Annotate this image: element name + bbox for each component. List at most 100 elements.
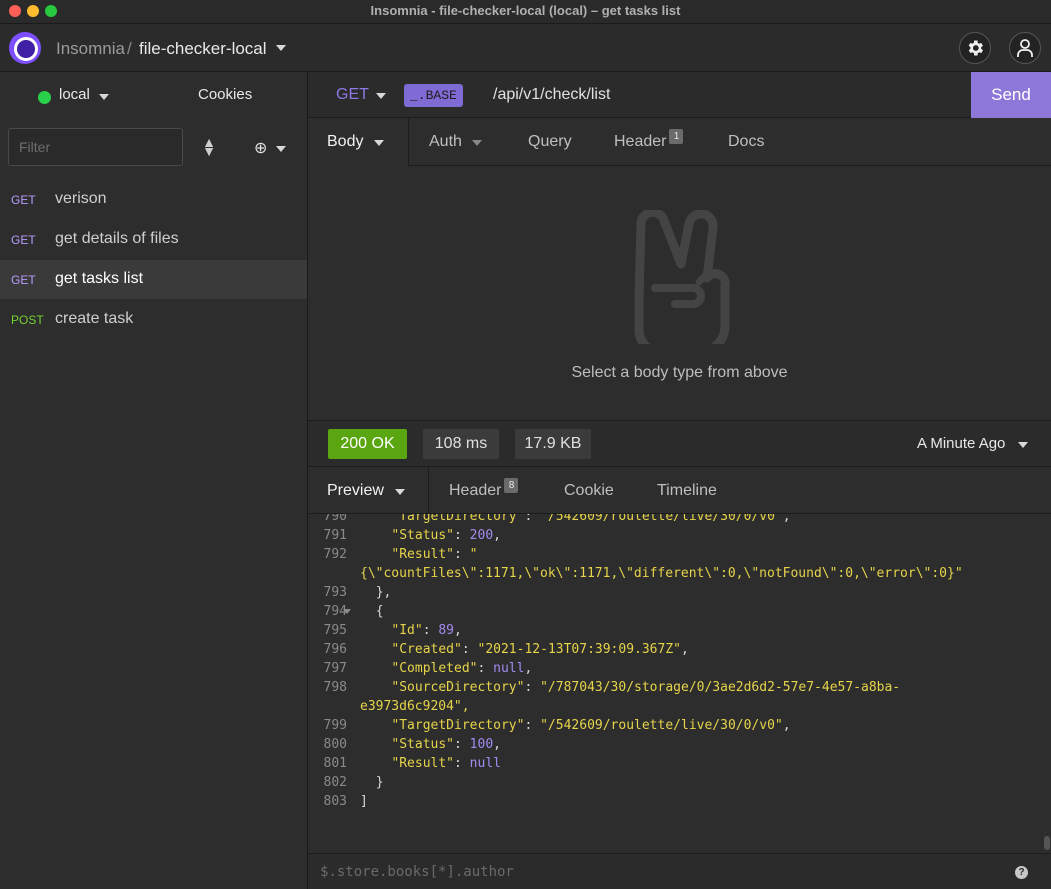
url-input[interactable]: /api/v1/check/list	[493, 86, 610, 104]
request-item[interactable]: POST create task	[0, 300, 307, 339]
line-number: 803	[323, 794, 347, 809]
code-line: {\"countFiles\":1171,\"ok\":1171,\"diffe…	[308, 566, 1043, 585]
request-name: create task	[55, 310, 134, 327]
request-tabs: Body Auth Query Header 1 Docs	[308, 118, 1051, 166]
code-line: 794{	[308, 604, 1043, 623]
fold-toggle-icon[interactable]	[343, 609, 351, 614]
code-line: 802}	[308, 775, 1043, 794]
insomnia-logo-icon[interactable]	[9, 32, 41, 64]
tab-header[interactable]: Header 1	[614, 129, 684, 151]
jsonpath-filter-bar: ?	[308, 853, 1051, 889]
breadcrumb-project[interactable]: file-checker-local	[139, 39, 267, 59]
chevron-down-icon[interactable]	[276, 146, 286, 152]
line-number: 791	[323, 528, 347, 543]
tab-header-label: Header	[614, 133, 667, 150]
code-line: 799 "TargetDirectory": "/542609/roulette/…	[308, 718, 1043, 737]
code-text: {\"countFiles\":1171,\"ok\":1171,\"diffe…	[360, 566, 963, 581]
base-url-variable-tag[interactable]: _.BASE	[404, 84, 463, 107]
code-line: 792 "Result": "	[308, 547, 1043, 566]
cookies-button[interactable]: Cookies	[198, 86, 252, 103]
request-name: get details of files	[55, 230, 179, 247]
tab-timeline[interactable]: Timeline	[657, 482, 717, 500]
response-status-bar: 200 OK 108 ms 17.9 KB A Minute Ago	[308, 420, 1051, 467]
tab-header-label: Header	[449, 482, 502, 499]
chevron-down-icon[interactable]	[395, 489, 405, 495]
chevron-down-icon[interactable]	[1018, 442, 1028, 448]
response-preview[interactable]: 790 "TargetDirectory": "/542609/roulette/…	[308, 514, 1043, 853]
chevron-down-icon[interactable]	[472, 140, 482, 146]
tab-query[interactable]: Query	[528, 133, 572, 151]
settings-button[interactable]	[959, 32, 991, 64]
request-method: GET	[11, 233, 36, 247]
line-number: 799	[323, 718, 347, 733]
line-number: 792	[323, 547, 347, 562]
code-text: "Status": 200,	[391, 528, 501, 543]
scrollbar-thumb[interactable]	[1044, 836, 1050, 850]
code-text: "Status": 100,	[391, 737, 501, 752]
response-history-selector[interactable]: A Minute Ago	[917, 435, 1005, 452]
tab-auth[interactable]: Auth	[429, 133, 462, 151]
window-titlebar: Insomnia - file-checker-local (local) – …	[0, 0, 1051, 24]
request-item[interactable]: GET verison	[0, 180, 307, 219]
window-title: Insomnia - file-checker-local (local) – …	[370, 3, 681, 18]
scrollbar[interactable]	[1043, 514, 1051, 853]
line-number: 795	[323, 623, 347, 638]
sidebar: local Cookies ▲▼ ⊕ GET verison GET get d…	[0, 72, 308, 889]
code-line: 795 "Id": 89,	[308, 623, 1043, 642]
request-name: get tasks list	[55, 270, 144, 287]
account-button[interactable]	[1009, 32, 1041, 64]
request-method: GET	[11, 193, 36, 207]
sort-icon[interactable]: ▲ ▼	[200, 135, 218, 158]
code-line: 798 "SourceDirectory": "/787043/30/storag…	[308, 680, 1043, 699]
code-line: 797 "Completed": null,	[308, 661, 1043, 680]
tab-cookie[interactable]: Cookie	[564, 482, 614, 500]
header-count-badge: 1	[669, 129, 684, 144]
request-method: POST	[11, 313, 44, 327]
line-number: 801	[323, 756, 347, 771]
request-item-active[interactable]: GET get tasks list	[0, 260, 307, 299]
header-count-badge: 8	[504, 478, 519, 493]
tab-docs[interactable]: Docs	[728, 133, 764, 151]
breadcrumb-separator: /	[127, 39, 132, 58]
response-size: 17.9 KB	[515, 429, 591, 459]
code-text: "Created": "2021-12-13T07:39:09.367Z",	[391, 642, 689, 657]
line-number: 798	[323, 680, 347, 695]
chevron-down-icon[interactable]	[276, 45, 286, 51]
jsonpath-filter-input[interactable]	[320, 860, 1000, 884]
line-number: 790	[323, 514, 347, 524]
help-icon[interactable]: ?	[1015, 866, 1028, 879]
send-button[interactable]: Send	[971, 72, 1051, 118]
app-header: Insomnia / file-checker-local	[0, 24, 1051, 72]
code-line: e3973d6c9204",	[308, 699, 1043, 718]
line-number: 797	[323, 661, 347, 676]
tab-preview[interactable]: Preview	[327, 482, 384, 500]
code-line: 803]	[308, 794, 1043, 813]
environment-selector[interactable]: local	[59, 86, 90, 103]
add-icon[interactable]: ⊕	[254, 138, 267, 158]
code-text: "Result": "	[391, 547, 478, 562]
user-icon	[1017, 39, 1033, 57]
chevron-down-icon[interactable]	[376, 93, 386, 99]
response-tabs: Preview Header 8 Cookie Timeline	[308, 467, 1051, 514]
chevron-down-icon[interactable]	[374, 140, 384, 146]
code-line: 796 "Created": "2021-12-13T07:39:09.367Z"…	[308, 642, 1043, 661]
environment-status-dot	[38, 91, 51, 104]
code-text: "Result": null	[391, 756, 501, 771]
filter-input[interactable]	[8, 128, 183, 166]
tab-response-header[interactable]: Header 8	[449, 478, 519, 500]
tab-body[interactable]: Body	[327, 133, 363, 151]
line-number: 796	[323, 642, 347, 657]
code-line: 801 "Result": null	[308, 756, 1043, 775]
chevron-down-icon[interactable]	[99, 94, 109, 100]
request-method: GET	[11, 273, 36, 287]
request-item[interactable]: GET get details of files	[0, 220, 307, 259]
line-number: 802	[323, 775, 347, 790]
peace-hand-icon	[634, 210, 730, 344]
request-name: verison	[55, 190, 107, 207]
method-selector[interactable]: GET	[336, 86, 369, 104]
code-line: 791 "Status": 200,	[308, 528, 1043, 547]
breadcrumb-app[interactable]: Insomnia	[56, 39, 125, 59]
code-text: "TargetDirectory": "/542609/roulette/liv…	[391, 514, 791, 524]
code-text: "SourceDirectory": "/787043/30/storage/0…	[391, 680, 901, 695]
code-text: {	[375, 604, 384, 619]
